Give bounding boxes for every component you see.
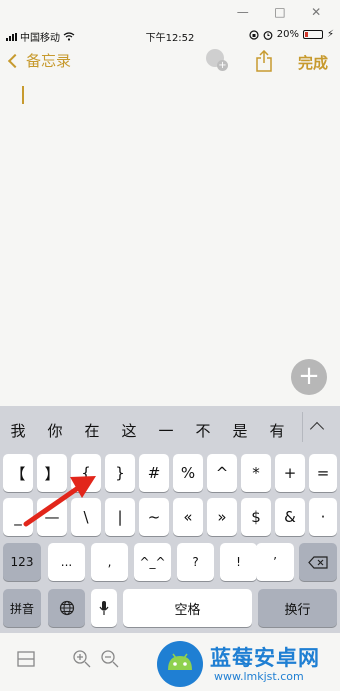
lock-rotation-icon [249,29,259,40]
symbol-key[interactable]: } [105,454,135,492]
minimize-icon[interactable]: — [237,5,249,19]
candidate-word[interactable]: 一 [149,420,183,441]
symbol-key[interactable]: , [91,543,128,581]
symbol-key[interactable]: » [207,498,237,536]
chevron-up-icon[interactable] [309,421,325,437]
space-key[interactable]: 空格 [123,589,252,627]
watermark-url: www.lmkjst.com [214,670,304,683]
pinyin-mode-key[interactable]: 拼音 [3,589,41,627]
back-label: 备忘录 [26,52,72,70]
table-icon[interactable] [16,649,36,669]
candidate-word[interactable]: 你 [38,420,72,441]
symbol-key[interactable]: & [275,498,305,536]
candidate-word[interactable]: 在 [75,420,109,441]
nav-bar: 备忘录 + 完成 [0,46,340,78]
symbol-key[interactable]: · [309,498,337,536]
symbol-key[interactable]: = [309,454,337,492]
candidate-word[interactable]: 我 [1,420,35,441]
charging-icon: ⚡ [326,29,334,40]
maximize-icon[interactable]: □ [274,5,285,19]
android-logo-icon [157,641,203,687]
add-button[interactable]: + [291,359,327,395]
candidate-divider [302,412,303,442]
zoom-out-icon[interactable] [100,649,120,669]
delete-key[interactable] [299,543,337,581]
symbol-key[interactable]: { [71,454,101,492]
alarm-icon [263,30,273,40]
symbol-key[interactable]: _ [3,498,33,536]
candidate-word[interactable]: 这 [112,420,146,441]
dictation-key[interactable] [91,589,117,627]
symbol-key[interactable]: « [173,498,203,536]
symbol-key[interactable]: + [275,454,305,492]
candidate-word[interactable]: 是 [223,420,257,441]
candidate-bar: 我 你 在 这 一 不 是 有 [0,406,340,448]
symbol-key[interactable]: \ [71,498,101,536]
add-people-icon[interactable]: + [204,49,228,71]
candidate-word[interactable]: 有 [260,420,294,441]
symbol-key[interactable]: * [241,454,271,492]
symbol-key[interactable]: ~ [139,498,169,536]
symbol-key[interactable]: ? [177,543,214,581]
backspace-icon [308,555,328,569]
symbol-key[interactable]: ^_^ [134,543,171,581]
numbers-mode-key[interactable]: 123 [3,543,41,581]
zoom-in-icon[interactable] [72,649,92,669]
symbol-key[interactable]: ’ [256,543,294,581]
symbol-key[interactable]: ! [220,543,257,581]
symbol-key[interactable]: % [173,454,203,492]
symbol-key[interactable]: — [37,498,67,536]
symbol-key[interactable]: # [139,454,169,492]
watermark-title: 蓝莓安卓网 [210,646,320,670]
symbol-key[interactable]: | [105,498,135,536]
battery-icon [302,30,323,39]
symbol-key[interactable]: 】 [37,454,67,492]
globe-icon [59,600,74,616]
status-bar: 中国移动 下午12:52 20% ⚡ [0,24,340,46]
return-key[interactable]: 换行 [258,589,337,627]
window-controls: — □ ✕ [224,2,334,22]
globe-key[interactable] [48,589,85,627]
share-icon[interactable] [255,50,273,72]
microphone-icon [99,601,109,615]
back-button[interactable]: 备忘录 [7,50,72,71]
symbol-key[interactable]: 【 [3,454,33,492]
symbol-key[interactable]: ... [48,543,85,581]
candidate-word[interactable]: 不 [186,420,220,441]
done-button[interactable]: 完成 [298,52,328,73]
text-cursor[interactable] [22,86,24,104]
watermark: 蓝莓安卓网 www.lmkjst.com [148,638,338,690]
symbol-key[interactable]: $ [241,498,271,536]
chevron-left-icon [7,53,23,69]
battery-percent: 20% [276,29,299,40]
keyboard: 我 你 在 这 一 不 是 有 【 】 { } # % ^ * + = _ — … [0,406,340,633]
symbol-key[interactable]: ^ [207,454,237,492]
close-icon[interactable]: ✕ [311,5,321,19]
